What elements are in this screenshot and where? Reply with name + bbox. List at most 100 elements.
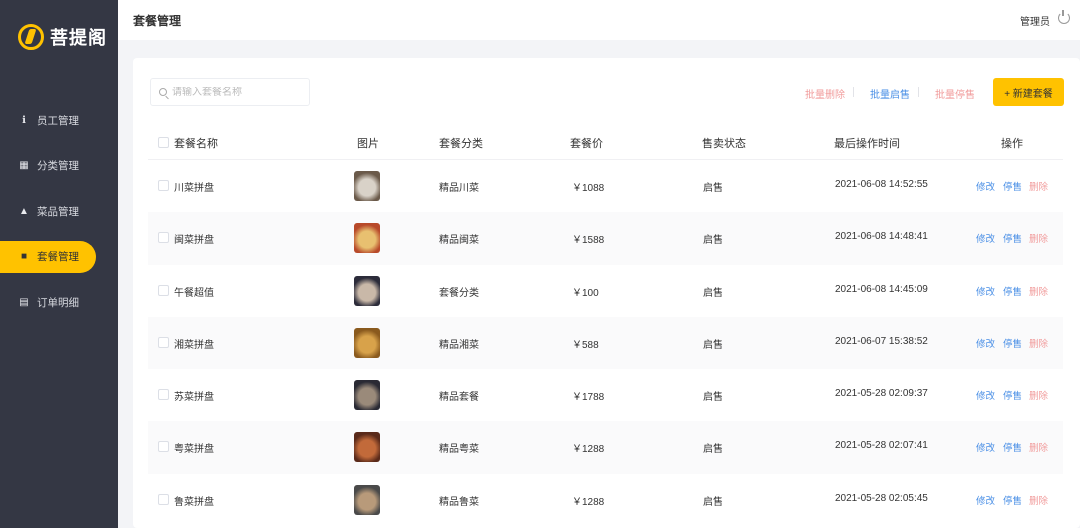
stop-sale-button[interactable]: 停售: [1003, 388, 1022, 402]
combo-name: 闽菜拼盘: [174, 235, 214, 247]
table-body: 川菜拼盘 精品川菜 ￥1088 启售 2021-06-08 14:52:55 修改 停售 删除…: [148, 160, 1063, 526]
clipboard-icon: ▤: [19, 296, 29, 308]
stop-sale-button[interactable]: 停售: [1003, 179, 1022, 193]
delete-button[interactable]: 删除: [1029, 336, 1048, 350]
sale-status: 启售: [703, 339, 723, 351]
header: 套餐管理 管理员: [118, 0, 1080, 40]
edit-button[interactable]: 修改: [976, 388, 995, 402]
combo-image: [354, 432, 380, 463]
main-card: 批量删除 批量启售 批量停售 + 新建套餐 套餐名称 图片 套餐分类 套餐价 售…: [133, 58, 1080, 528]
combo-name: 川菜拼盘: [174, 183, 214, 194]
combo-category: 套餐分类: [439, 287, 479, 299]
combo-price: ￥1788: [572, 392, 605, 404]
edit-button[interactable]: 修改: [976, 231, 995, 245]
combo-name: 鲁菜拼盘: [174, 496, 214, 508]
combo-category: 精品川菜: [439, 183, 479, 194]
sidebar-item-label: 分类管理: [37, 160, 79, 172]
page-title: 套餐管理: [133, 14, 182, 28]
sidebar-item-label: 套餐管理: [37, 251, 79, 263]
sidebar-item-label: 菜品管理: [37, 205, 79, 218]
combo-category: 精品鲁菜: [439, 496, 479, 508]
search-input[interactable]: [172, 86, 302, 98]
row-checkbox[interactable]: [158, 284, 169, 296]
stop-sale-button[interactable]: 停售: [1003, 440, 1022, 454]
combo-image: [354, 223, 380, 254]
edit-button[interactable]: 修改: [976, 336, 995, 350]
header-name: 套餐名称: [174, 138, 218, 150]
table-header: 套餐名称 图片 套餐分类 套餐价 售卖状态 最后操作时间 操作: [148, 124, 1063, 160]
header-image: 图片: [357, 138, 379, 150]
combo-image: [354, 327, 380, 358]
edit-button[interactable]: 修改: [976, 493, 995, 507]
table-row: 苏菜拼盘 精品套餐 ￥1788 启售 2021-05-28 02:09:37 修改 停售 删除: [148, 369, 1063, 421]
new-combo-button[interactable]: + 新建套餐: [993, 78, 1064, 106]
batch-disable-button[interactable]: 批量停售: [935, 86, 975, 101]
sidebar-item-0[interactable]: ℹ 员工管理: [0, 104, 118, 136]
combo-name: 湘菜拼盘: [174, 339, 214, 351]
sale-status: 启售: [703, 183, 723, 194]
combo-category: 精品套餐: [439, 392, 479, 404]
logo: 菩提阁: [18, 24, 107, 50]
last-modified-time: 2021-06-08 14:48:41: [835, 231, 928, 243]
combo-name: 苏菜拼盘: [174, 392, 214, 404]
stop-sale-button[interactable]: 停售: [1003, 336, 1022, 350]
grid-icon: ▦: [19, 160, 29, 171]
batch-enable-button[interactable]: 批量启售: [870, 86, 910, 101]
info-circle-icon: ℹ: [22, 114, 26, 126]
last-modified-time: 2021-06-08 14:52:55: [835, 179, 928, 190]
table-row: 鲁菜拼盘 精品鲁菜 ￥1288 启售 2021-05-28 02:05:45 修改 停售 删除: [148, 474, 1063, 526]
delete-button[interactable]: 删除: [1029, 231, 1048, 245]
combo-price: ￥1088: [572, 183, 605, 194]
delete-button[interactable]: 删除: [1029, 388, 1048, 402]
table-row: 午餐超值 套餐分类 ￥100 启售 2021-06-08 14:45:09 修改 停售 删除: [148, 265, 1063, 317]
combo-price: ￥1288: [572, 444, 605, 456]
sidebar-item-2[interactable]: ▲ 菜品管理: [0, 195, 118, 227]
row-checkbox[interactable]: [158, 180, 169, 191]
sale-status: 启售: [703, 496, 723, 508]
row-checkbox[interactable]: [158, 441, 169, 453]
combo-category: 精品湘菜: [439, 339, 479, 351]
sidebar-item-label: 员工管理: [37, 114, 79, 127]
row-checkbox[interactable]: [158, 389, 169, 401]
sidebar-item-4[interactable]: ▤ 订单明细: [0, 286, 118, 318]
sidebar-nav: ℹ 员工管理 ▦ 分类管理 ▲ 菜品管理 ■ 套餐管理 ▤ 订单明细: [0, 104, 118, 332]
edit-button[interactable]: 修改: [976, 179, 995, 193]
combo-category: 精品闽菜: [439, 235, 479, 247]
table-row: 湘菜拼盘 精品湘菜 ￥588 启售 2021-06-07 15:38:52 修改 停售 删除: [148, 316, 1063, 370]
row-checkbox[interactable]: [158, 232, 169, 244]
combo-price: ￥1588: [572, 235, 605, 247]
sidebar-item-3[interactable]: ■ 套餐管理: [0, 240, 96, 273]
sidebar-item-1[interactable]: ▦ 分类管理: [0, 150, 118, 182]
sidebar: 菩提阁 ℹ 员工管理 ▦ 分类管理 ▲ 菜品管理 ■ 套餐管理 ▤ 订单明细: [0, 0, 118, 528]
sidebar-item-label: 订单明细: [37, 296, 79, 309]
stop-sale-button[interactable]: 停售: [1003, 231, 1022, 245]
select-all-checkbox[interactable]: [158, 137, 169, 148]
stop-sale-button[interactable]: 停售: [1003, 493, 1022, 507]
edit-button[interactable]: 修改: [976, 284, 995, 298]
header-actions: 操作: [1001, 138, 1023, 150]
combo-price: ￥588: [572, 339, 599, 351]
combo-category: 精品粤菜: [439, 444, 479, 456]
header-time: 最后操作时间: [834, 138, 900, 150]
edit-button[interactable]: 修改: [976, 440, 995, 454]
sale-status: 启售: [703, 287, 723, 299]
header-status: 售卖状态: [702, 138, 746, 150]
delete-button[interactable]: 删除: [1029, 440, 1048, 454]
batch-delete-button[interactable]: 批量删除: [805, 86, 845, 101]
user-name: 管理员: [1020, 17, 1050, 28]
last-modified-time: 2021-05-28 02:09:37: [835, 388, 928, 400]
search-icon: [159, 88, 167, 96]
row-checkbox[interactable]: [158, 336, 169, 348]
delete-button[interactable]: 删除: [1029, 284, 1048, 298]
row-checkbox[interactable]: [158, 493, 169, 505]
power-icon[interactable]: [1058, 10, 1070, 24]
combo-price: ￥100: [572, 287, 599, 299]
dish-icon: ▲: [19, 205, 29, 217]
header-category: 套餐分类: [439, 138, 483, 150]
delete-button[interactable]: 删除: [1029, 493, 1048, 507]
last-modified-time: 2021-06-08 14:45:09: [835, 283, 928, 295]
combo-name: 午餐超值: [174, 287, 214, 299]
combo-image: [354, 171, 380, 201]
stop-sale-button[interactable]: 停售: [1003, 284, 1022, 298]
delete-button[interactable]: 删除: [1029, 179, 1048, 193]
